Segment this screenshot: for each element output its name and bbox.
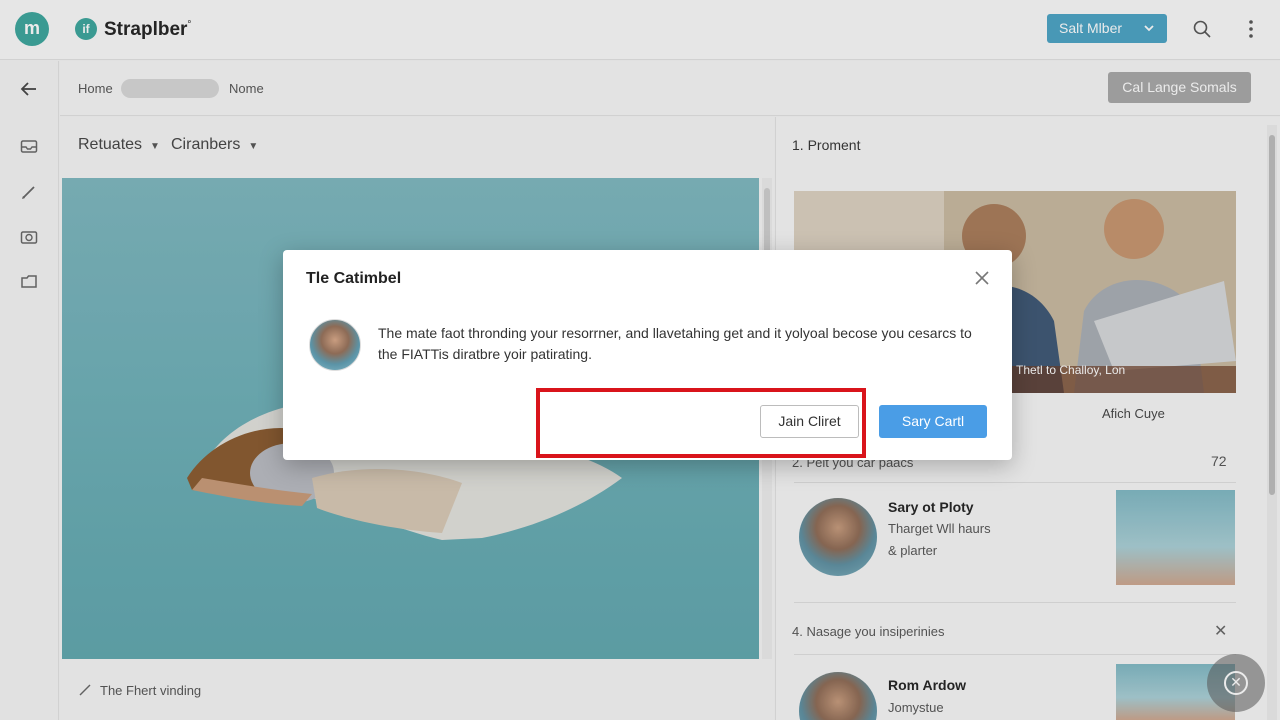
highlight-box — [536, 388, 866, 458]
avatar — [309, 319, 361, 371]
close-icon[interactable] — [972, 268, 992, 288]
primary-button[interactable]: Sary Cartl — [879, 405, 987, 438]
dialog-message: The mate faot thronding your resorrner, … — [378, 325, 972, 362]
dialog-title: Tle Catimbel — [306, 270, 402, 287]
